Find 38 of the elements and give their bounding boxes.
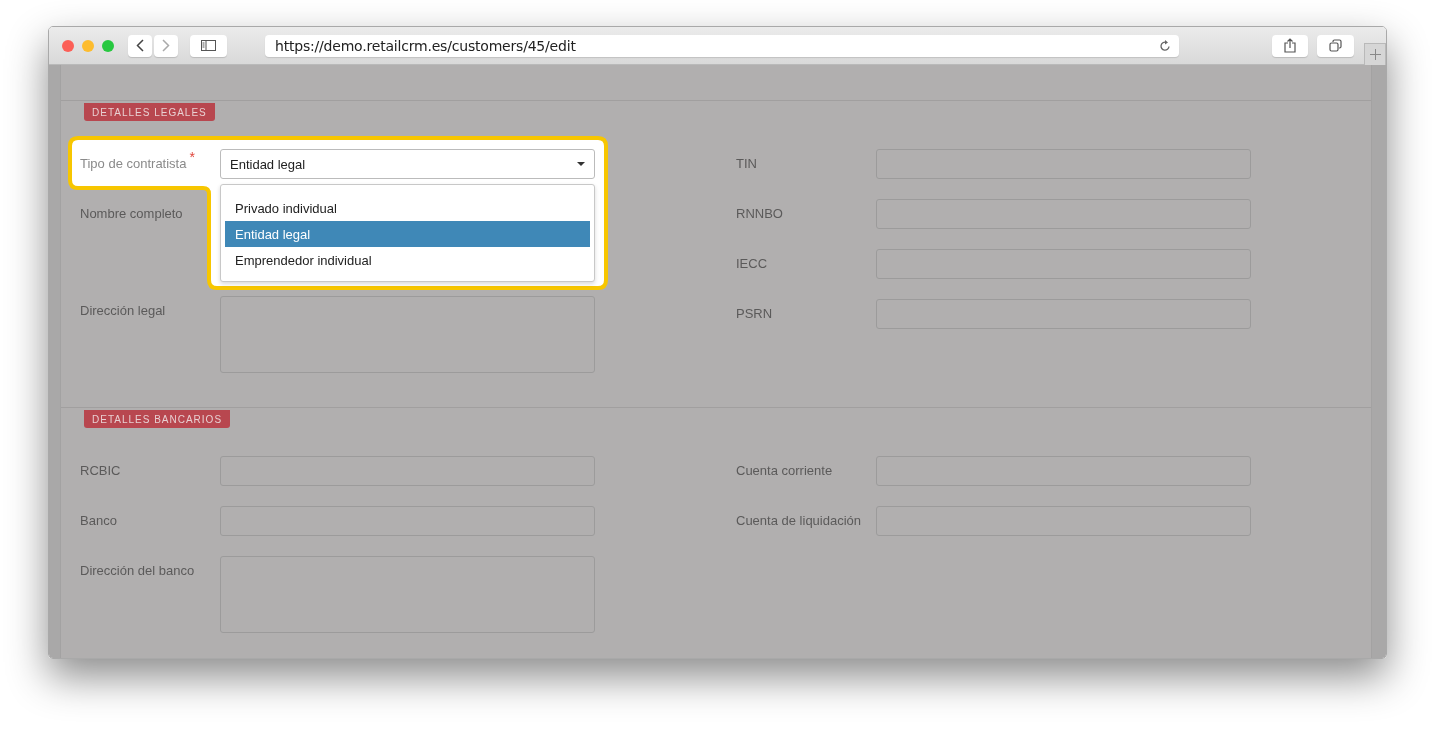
field-label: Cuenta corriente — [736, 462, 833, 478]
reload-icon[interactable] — [1159, 39, 1171, 52]
field-label: Nombre completo — [80, 205, 183, 221]
share-icon — [1284, 38, 1296, 53]
select-field[interactable]: Entidad legal — [220, 149, 595, 179]
field-label: TIN — [736, 155, 757, 171]
address-bar[interactable]: https://demo.retailcrm.es/customers/45/edit — [265, 34, 1179, 57]
field-label: RNNBO — [736, 205, 783, 221]
field-label: PSRN — [736, 305, 773, 321]
section-tag: DETALLES BANCARIOS — [84, 410, 231, 428]
share-button[interactable] — [1272, 34, 1308, 57]
back-button[interactable] — [128, 34, 152, 57]
caret-icon — [577, 162, 585, 166]
forward-button[interactable] — [154, 34, 178, 57]
maximize-icon[interactable] — [102, 39, 114, 52]
chevron-left-icon — [136, 39, 144, 52]
sidebar-icon — [201, 40, 216, 51]
field-label: IECC — [736, 255, 768, 271]
field-label: RCBIC — [80, 462, 121, 478]
close-icon[interactable] — [62, 39, 74, 52]
new-tab-button[interactable] — [1364, 43, 1386, 65]
plus-icon — [1369, 49, 1381, 60]
chevron-right-icon — [162, 39, 170, 52]
dropdown-option[interactable]: Privado individual — [225, 195, 590, 221]
url-text: https://demo.retailcrm.es/customers/45/edit — [275, 37, 576, 54]
field-label: Cuenta de liquidación — [736, 512, 862, 528]
required-mark: * — [189, 149, 195, 165]
minimize-icon[interactable] — [82, 39, 94, 52]
field-label: Dirección del banco — [80, 562, 195, 578]
field-label: Dirección legal — [80, 302, 166, 318]
tabs-button[interactable] — [1317, 34, 1354, 57]
field-label: Banco — [80, 512, 117, 528]
tabs-icon — [1329, 39, 1342, 52]
field-label: Tipo de contratista — [80, 155, 187, 171]
sidebar-button[interactable] — [190, 34, 227, 57]
dropdown-option[interactable]: Entidad legal — [225, 221, 590, 247]
dropdown-option[interactable]: Emprendedor individual — [225, 247, 590, 273]
section-tag: DETALLES LEGALES — [84, 103, 215, 121]
